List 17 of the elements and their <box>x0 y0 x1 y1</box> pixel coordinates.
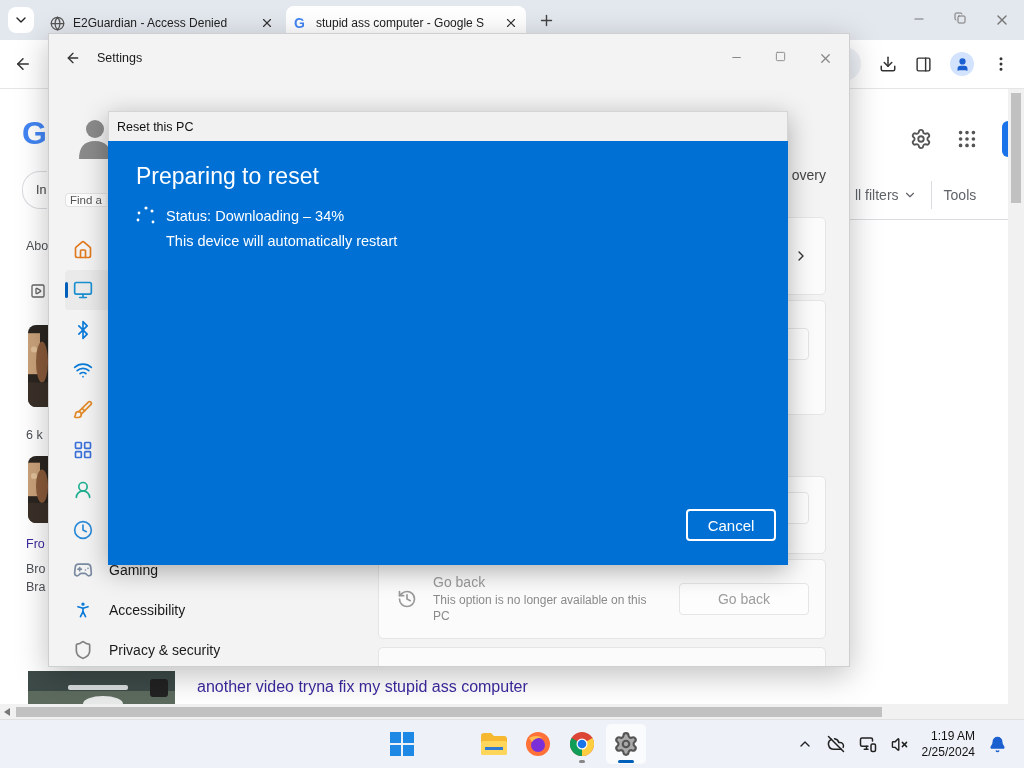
dialog-heading: Preparing to reset <box>136 163 320 190</box>
tab-title: E2Guardian - Access Denied <box>73 16 229 30</box>
description-text: overy <box>791 167 826 183</box>
option-title: Go back <box>433 574 487 590</box>
restart-note: This device will automatically restart <box>166 233 398 249</box>
option-description: This option is no longer available on this PC <box>433 592 648 624</box>
status-text: Status: Downloading – 34% <box>166 208 346 224</box>
snippet-text: Bra <box>26 579 46 596</box>
about-text: Abo <box>26 238 49 255</box>
count-text: 6 k <box>26 427 43 444</box>
window-title: Settings <box>97 51 143 65</box>
google-icon: G <box>294 15 308 31</box>
filters-label: ll filters <box>855 186 899 205</box>
dialog-title: Reset this PC <box>117 119 194 134</box>
snippet-text: Bro <box>26 561 46 578</box>
google-logo: G <box>22 117 47 149</box>
tab-title: stupid ass computer - Google S <box>316 16 486 30</box>
